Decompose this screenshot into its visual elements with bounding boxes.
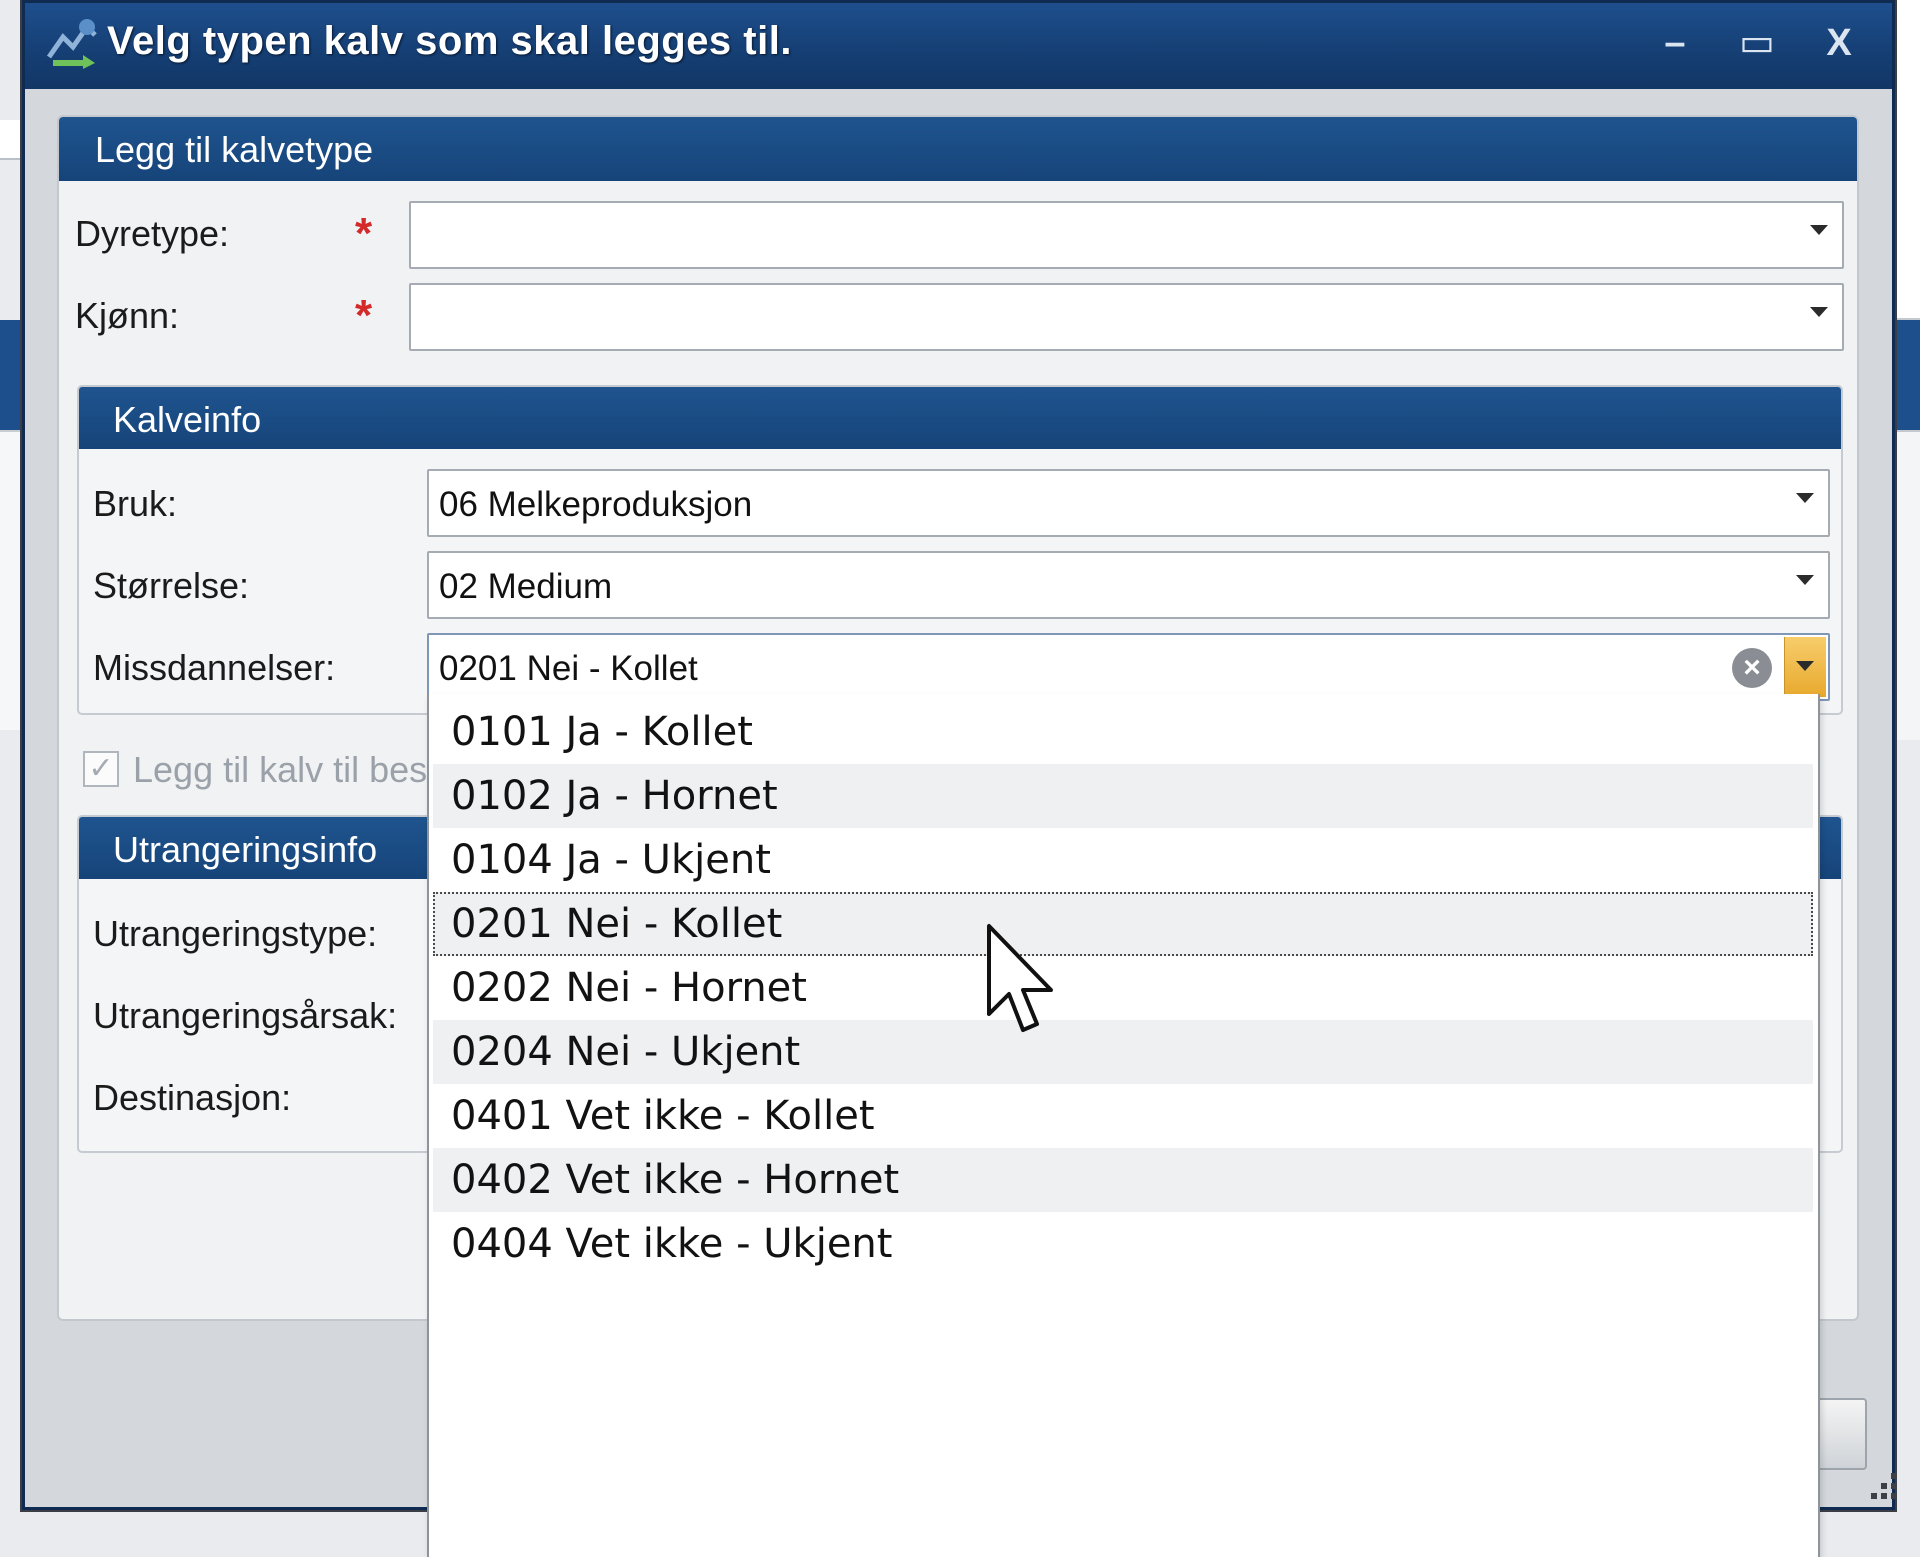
dropdown-option[interactable]: 0402 Vet ikke - Hornet [433,1148,1813,1212]
required-marker: * [355,209,373,258]
panel-title: Legg til kalvetype [95,129,374,170]
chevron-down-icon [1796,661,1814,671]
required-marker: * [355,291,373,340]
kalveinfo-header: Kalveinfo [79,387,1841,449]
storrelse-select[interactable]: 02 Medium [427,551,1830,619]
kalveinfo-section: Kalveinfo Bruk: 06 Melkeproduksjon Størr… [77,385,1843,715]
utrangeringsarsak-label: Utrangeringsårsak: [93,995,398,1036]
utrangeringstype-label: Utrangeringstype: [93,913,378,954]
dropdown-option[interactable]: 0204 Nei - Ukjent [433,1020,1813,1084]
background-window-edge-right [1895,0,1920,320]
dropdown-option[interactable]: 0102 Ja - Hornet [433,764,1813,828]
chevron-down-icon[interactable] [1796,575,1814,585]
background-window-band-right [1895,320,1920,430]
background-window-band [0,320,22,430]
clear-icon[interactable]: × [1732,648,1772,688]
chevron-down-icon[interactable] [1810,225,1828,235]
missdannelser-value: 0201 Nei - Kollet [439,649,698,688]
kalveinfo-title: Kalveinfo [113,399,262,440]
dropdown-option[interactable]: 0401 Vet ikke - Kollet [433,1084,1813,1148]
resize-grip-icon[interactable] [1863,1469,1903,1509]
dropdown-option[interactable]: 0404 Vet ikke - Ukjent [433,1212,1813,1276]
missdannelser-dropdown-list: 0101 Ja - Kollet 0102 Ja - Hornet 0104 J… [427,694,1820,1557]
bruk-value: 06 Melkeproduksjon [439,485,753,524]
storrelse-value: 02 Medium [439,567,613,606]
bruk-select[interactable]: 06 Melkeproduksjon [427,469,1830,537]
footer-button[interactable] [1815,1398,1867,1470]
missdannelser-select[interactable]: 0201 Nei - Kollet × [427,633,1830,701]
dropdown-option[interactable]: 0101 Ja - Kollet [433,700,1813,764]
add-calf-checkbox-label: Legg til kalv til bes [133,749,428,790]
storrelse-label: Størrelse: [93,565,250,606]
kjonn-select[interactable] [409,283,1844,351]
missdannelser-label: Missdannelser: [93,647,336,688]
maximize-button[interactable]: ▭ [1727,17,1787,69]
mouse-pointer-icon [987,924,1053,1032]
chevron-down-icon[interactable] [1796,493,1814,503]
dyretype-select[interactable] [409,201,1844,269]
dialog-title: Velg typen kalv som skal legges til. [107,19,792,63]
background-window-panel-right [1895,430,1920,740]
app-logo-icon [46,19,97,69]
add-calf-checkbox[interactable]: ✓ [83,751,119,787]
dyretype-label: Dyretype: [75,213,230,254]
panel-header: Legg til kalvetype [59,117,1857,181]
destinasjon-label: Destinasjon: [93,1077,292,1118]
utrangering-title: Utrangeringsinfo [113,829,378,870]
dropdown-option[interactable]: 0202 Nei - Hornet [433,956,1813,1020]
minimize-button[interactable]: – [1645,17,1705,69]
kjonn-label: Kjønn: [75,295,180,336]
chevron-down-icon[interactable] [1810,307,1828,317]
dropdown-option-selected[interactable]: 0201 Nei - Kollet [433,892,1813,956]
dropdown-toggle-button[interactable] [1784,637,1826,697]
close-button[interactable]: X [1809,17,1869,69]
bruk-label: Bruk: [93,483,178,524]
background-window-panel [0,430,22,730]
background-window-edge [0,120,22,160]
dropdown-option[interactable]: 0104 Ja - Ukjent [433,828,1813,892]
title-bar[interactable]: Velg typen kalv som skal legges til. – ▭… [25,3,1892,89]
